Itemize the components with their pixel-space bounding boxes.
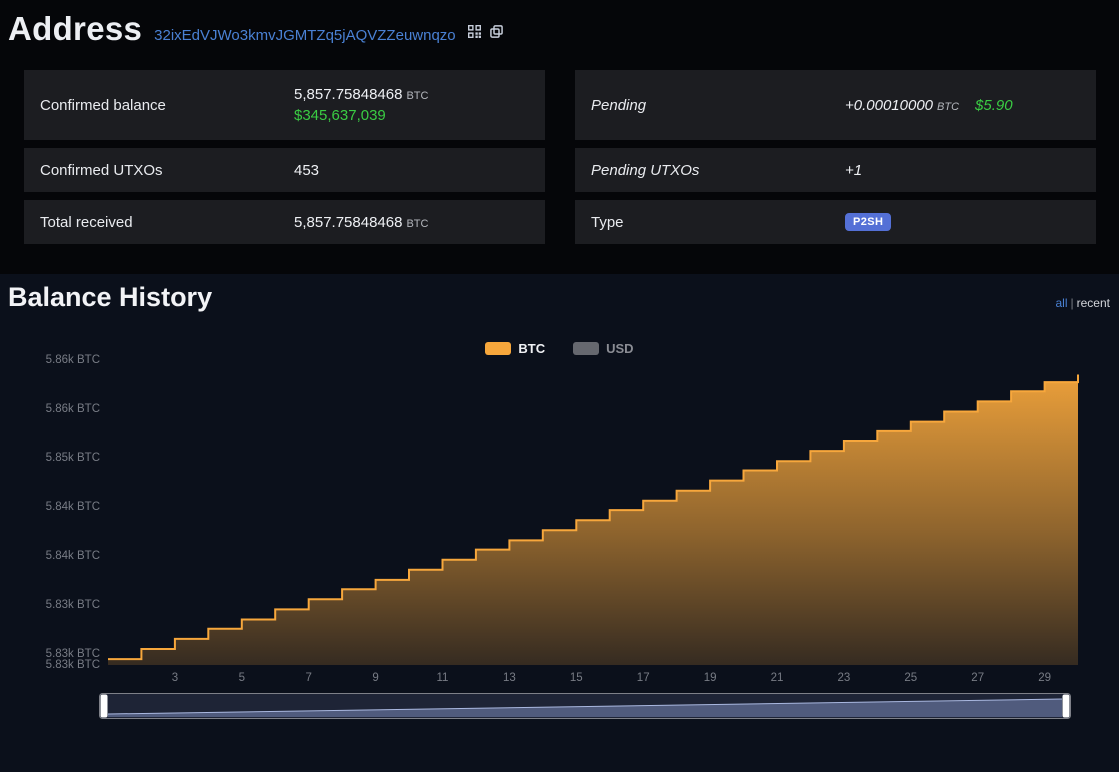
page-title: Address	[8, 10, 142, 48]
pending-utxos-label: Pending UTXOs	[591, 162, 845, 179]
svg-text:5.85k BTC: 5.85k BTC	[46, 452, 100, 464]
chart-zoom-slider[interactable]	[99, 693, 1071, 719]
svg-text:5.83k BTC: 5.83k BTC	[46, 599, 100, 611]
svg-text:25: 25	[904, 672, 917, 684]
range-recent-link[interactable]: recent	[1077, 296, 1110, 310]
address-link[interactable]: 32ixEdVJWo3kmvJGMTZq5jAQVZZeuwnqzo	[154, 27, 456, 44]
svg-text:7: 7	[305, 672, 311, 684]
svg-text:5.83k BTC: 5.83k BTC	[46, 659, 100, 671]
balance-history-chart[interactable]: 5.86k BTC5.86k BTC5.85k BTC5.84k BTC5.84…	[8, 317, 1111, 685]
svg-text:3: 3	[172, 672, 178, 684]
svg-text:5: 5	[239, 672, 245, 684]
legend-item-btc[interactable]: BTC	[485, 341, 545, 356]
range-links: all|recent	[1056, 296, 1111, 313]
btc-unit: BTC	[937, 101, 959, 113]
address-stats: Confirmed balance 5,857.75848468 BTC $345…	[0, 52, 1119, 244]
page-header: Address 32ixEdVJWo3kmvJGMTZq5jAQVZZeuwnq…	[0, 0, 1119, 52]
balance-history-section: Balance History all|recent BTC USD 5.86k …	[0, 274, 1119, 772]
svg-text:23: 23	[838, 672, 851, 684]
svg-text:21: 21	[771, 672, 784, 684]
svg-text:11: 11	[437, 672, 449, 684]
qr-code-icon[interactable]	[468, 25, 481, 38]
svg-text:17: 17	[637, 672, 650, 684]
address-type-badge: P2SH	[845, 213, 891, 231]
btc-unit: BTC	[406, 90, 428, 102]
pending-label: Pending	[591, 97, 845, 114]
chart-legend: BTC USD	[0, 341, 1119, 356]
stats-left-column: Confirmed balance 5,857.75848468 BTC $345…	[24, 70, 545, 244]
copy-icon[interactable]	[490, 25, 503, 38]
confirmed-balance-value: 5,857.75848468 BTC $345,637,039	[294, 74, 428, 136]
legend-label: USD	[606, 341, 633, 356]
pending-row: Pending +0.00010000 BTC $5.90	[575, 70, 1096, 140]
total-received-btc: 5,857.75848468	[294, 214, 402, 231]
confirmed-balance-label: Confirmed balance	[40, 97, 294, 114]
balance-history-title: Balance History	[8, 282, 212, 313]
type-label: Type	[591, 214, 845, 231]
svg-text:9: 9	[372, 672, 378, 684]
svg-text:5.84k BTC: 5.84k BTC	[46, 501, 100, 513]
total-received-label: Total received	[40, 214, 294, 231]
confirmed-balance-btc: 5,857.75848468	[294, 86, 402, 103]
confirmed-balance-usd: $345,637,039	[294, 107, 428, 124]
legend-item-usd[interactable]: USD	[573, 341, 633, 356]
pending-btc: +0.00010000	[845, 97, 933, 114]
stats-right-column: Pending +0.00010000 BTC $5.90 Pending UTXO…	[575, 70, 1096, 244]
svg-text:15: 15	[570, 672, 583, 684]
type-row: Type P2SH	[575, 200, 1096, 244]
range-separator: |	[1071, 296, 1074, 310]
balance-history-header: Balance History all|recent	[0, 274, 1119, 313]
address-actions	[468, 25, 503, 38]
legend-swatch	[485, 342, 511, 355]
range-all-link[interactable]: all	[1056, 296, 1068, 310]
legend-label: BTC	[518, 341, 545, 356]
svg-text:29: 29	[1038, 672, 1051, 684]
svg-text:19: 19	[704, 672, 717, 684]
confirmed-utxos-label: Confirmed UTXOs	[40, 162, 294, 179]
confirmed-utxos-row: Confirmed UTXOs 453	[24, 148, 545, 192]
pending-utxos-value: +1	[845, 162, 862, 179]
svg-text:5.86k BTC: 5.86k BTC	[46, 403, 100, 415]
confirmed-balance-row: Confirmed balance 5,857.75848468 BTC $345…	[24, 70, 545, 140]
btc-unit: BTC	[406, 218, 428, 230]
svg-text:27: 27	[971, 672, 984, 684]
legend-swatch	[573, 342, 599, 355]
pending-usd: $5.90	[975, 97, 1013, 114]
balance-history-chart-area: BTCUSD 5.86k BTC5.86k BTC5.85k BTC5.84k …	[0, 317, 1119, 719]
svg-text:5.84k BTC: 5.84k BTC	[46, 550, 100, 562]
chart-zoom-slider-row	[99, 693, 1119, 719]
confirmed-utxos-value: 453	[294, 162, 319, 179]
pending-utxos-row: Pending UTXOs +1	[575, 148, 1096, 192]
svg-text:13: 13	[503, 672, 516, 684]
total-received-row: Total received 5,857.75848468 BTC	[24, 200, 545, 244]
